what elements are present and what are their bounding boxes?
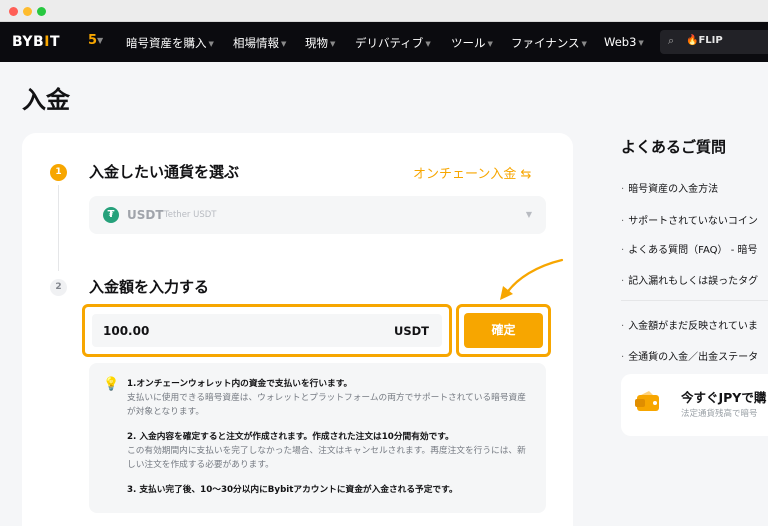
notes-panel: 💡 1.オンチェーンウォレット内の資金で支払いを行います。 支払いに使用できる暗… [89, 363, 546, 513]
chevron-down-icon: ▼ [281, 39, 287, 48]
close-window-button[interactable] [9, 7, 18, 16]
faq-link[interactable]: · 暗号資産の入金方法 [621, 180, 718, 195]
chevron-down-icon: ▼ [487, 39, 493, 48]
coin-name: Tether USDT [164, 210, 217, 220]
nav-item-buy-crypto[interactable]: 暗号資産を購入 ▼ [126, 35, 214, 51]
wallet-icon [635, 391, 659, 411]
search-icon: ⌕ [668, 34, 675, 47]
step-1-title: 入金したい通貨を選ぶ [89, 163, 240, 181]
faq-title: よくあるご質問 [621, 138, 727, 156]
step-connector [58, 185, 59, 271]
faq-link[interactable]: · サポートされていないコイン [621, 212, 758, 227]
highlight-arrow-icon [500, 258, 564, 300]
note-2: 2. 入金内容を確定すると注文が作成されます。作成された注文は10分間有効です。… [127, 432, 526, 470]
search-input[interactable]: ⌕ 🔥FLIP [660, 30, 768, 54]
confirm-button[interactable]: 確定 [464, 313, 543, 348]
faq-divider [621, 300, 768, 301]
bybit-logo[interactable]: BYBIT [12, 34, 60, 50]
step-2-indicator: 2 [50, 279, 67, 296]
faq-link[interactable]: · 全通貨の入金／出金ステータ [621, 348, 758, 363]
chevron-down-icon: ▼ [330, 39, 336, 48]
buy-jpy-promo-card[interactable]: 今すぐJPYで購 法定通貨残高で暗号 [621, 374, 768, 436]
top-navbar: BYBIT 5▼ 暗号資産を購入 ▼ 相場情報 ▼ 現物 ▼ デリバティブ ▼ ツール ▼… [0, 22, 768, 62]
chevron-down-icon: ▼ [208, 39, 214, 48]
nav-item-web3[interactable]: Web3 ▼ [604, 35, 644, 49]
step-1-indicator: 1 [50, 164, 67, 181]
nav-item-tools[interactable]: ツール ▼ [451, 35, 493, 51]
page-title: 入金 [22, 86, 70, 114]
coin-code: USDT [127, 208, 164, 222]
note-3: 3. 支払い完了後、10～30分以内にBybitアカウントに資金が入金される予定… [127, 485, 458, 495]
window-titlebar [0, 0, 768, 22]
maximize-window-button[interactable] [37, 7, 46, 16]
chevron-down-icon: ▼ [581, 39, 587, 48]
note-1: 1.オンチェーンウォレット内の資金で支払いを行います。 支払いに使用できる暗号資… [127, 379, 526, 417]
tether-icon: ₮ [103, 207, 119, 223]
nav-item-spot[interactable]: 現物 ▼ [305, 35, 335, 51]
chevron-down-icon: ▼ [525, 210, 532, 219]
promo-menu[interactable]: 5▼ [88, 33, 103, 48]
amount-value: 100.00 [103, 324, 150, 338]
step-2-title: 入金額を入力する [89, 278, 210, 296]
nav-item-finance[interactable]: ファイナンス ▼ [511, 35, 587, 51]
lightbulb-icon: 💡 [103, 377, 120, 392]
coin-select[interactable]: ₮ USDT Tether USDT ▼ [89, 196, 546, 234]
minimize-window-button[interactable] [23, 7, 32, 16]
amount-highlight: 100.00 USDT [82, 304, 452, 357]
promo-subtitle: 法定通貨残高で暗号 [681, 409, 758, 419]
promo-title: 今すぐJPYで購 [681, 390, 767, 405]
nav-item-markets[interactable]: 相場情報 ▼ [233, 35, 286, 51]
onchain-deposit-link[interactable]: オンチェーン入金 ⇆ [413, 163, 531, 182]
confirm-highlight: 確定 [456, 304, 551, 357]
chevron-down-icon: ▼ [425, 39, 431, 48]
amount-unit: USDT [393, 324, 429, 338]
faq-link[interactable]: · よくある質問（FAQ） - 暗号 [621, 241, 758, 256]
chevron-down-icon: ▼ [638, 38, 644, 47]
amount-input[interactable]: 100.00 USDT [92, 314, 442, 347]
faq-link[interactable]: · 入金額がまだ反映されていま [621, 317, 758, 332]
faq-link[interactable]: · 記入漏れもしくは誤ったタグ [621, 272, 758, 287]
promo-icon: 5 [88, 33, 98, 48]
nav-item-derivatives[interactable]: デリバティブ ▼ [355, 35, 431, 51]
chevron-down-icon: ▼ [97, 36, 104, 45]
search-placeholder: 🔥FLIP [686, 35, 723, 46]
